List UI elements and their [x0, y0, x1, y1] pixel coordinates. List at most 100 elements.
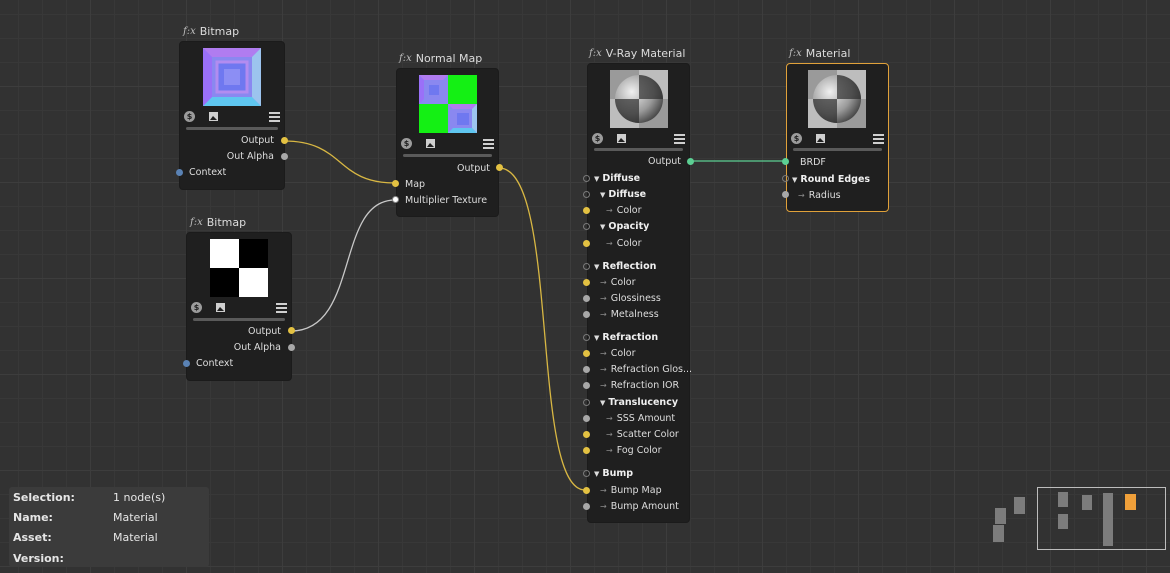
selection-label: Selection:	[13, 491, 75, 504]
refraction-gloss-port[interactable]	[583, 366, 590, 373]
material-title: f:x Material	[789, 47, 850, 60]
image-icon[interactable]	[425, 138, 436, 149]
opacity-sub-port[interactable]	[583, 223, 590, 230]
material-node[interactable]: $ BRDF ▼ Round Edges → Radius	[786, 63, 889, 212]
sub-arrow-icon: →	[600, 365, 607, 374]
bitmap2-title-text: Bitmap	[206, 216, 247, 229]
coin-icon[interactable]: $	[191, 302, 202, 313]
vray-material-node[interactable]: $ Output ▼ Diffuse ▼ Diffuse → Color ▼ Opaci…	[587, 63, 692, 523]
diffuse-color-port[interactable]	[583, 207, 590, 214]
minimap-offscreen-node	[1014, 497, 1025, 514]
group-diffuse[interactable]: ▼ Diffuse	[594, 173, 640, 185]
sub-arrow-icon: →	[606, 446, 613, 455]
triangle-down-icon[interactable]: ▼	[594, 263, 599, 271]
context-label: Context	[189, 167, 227, 178]
scatter-color-port[interactable]	[583, 431, 590, 438]
bitmap1-out-alpha-port[interactable]	[281, 153, 288, 160]
normal-map-map-port[interactable]	[392, 180, 399, 187]
bitmap2-output-port[interactable]	[288, 327, 295, 334]
sub-arrow-icon: →	[600, 349, 607, 358]
refraction-color-port[interactable]	[583, 350, 590, 357]
selection-info-panel: Selection: 1 node(s) Name: Material Asse…	[9, 487, 209, 567]
wire-normalmap-to-bump	[498, 167, 586, 491]
image-icon[interactable]	[815, 133, 826, 144]
name-label: Name:	[13, 511, 53, 524]
minimap-offscreen-node	[993, 525, 1004, 542]
reflection-color-label: → Color	[600, 277, 636, 289]
normal-map-output-port[interactable]	[496, 164, 503, 171]
node-graph-canvas[interactable]: f:x Bitmap $ Output Out Alpha Context f:…	[0, 0, 1170, 573]
image-icon[interactable]	[616, 133, 627, 144]
material-sphere-preview	[808, 70, 866, 128]
sss-amount-port[interactable]	[583, 415, 590, 422]
triangle-down-icon[interactable]: ▼	[600, 223, 605, 231]
bitmap1-output-port[interactable]	[281, 137, 288, 144]
bump-amount-port[interactable]	[583, 503, 590, 510]
bitmap2-context-port[interactable]	[183, 360, 190, 367]
radius-port[interactable]	[782, 191, 789, 198]
progress-bar	[186, 127, 278, 130]
diffuse-group-port[interactable]	[583, 175, 590, 182]
minimap-node	[1058, 514, 1068, 529]
image-icon[interactable]	[215, 302, 226, 313]
translucency-sub-port[interactable]	[583, 399, 590, 406]
sub-arrow-icon: →	[600, 278, 607, 287]
triangle-down-icon[interactable]: ▼	[792, 176, 797, 184]
coin-icon[interactable]: $	[184, 111, 195, 122]
material-sphere-preview	[610, 70, 668, 128]
group-refraction[interactable]: ▼ Refraction	[594, 332, 658, 344]
refraction-ior-port[interactable]	[583, 382, 590, 389]
menu-icon[interactable]	[873, 133, 884, 144]
bump-map-port[interactable]	[583, 487, 590, 494]
vray-output-port[interactable]	[687, 158, 694, 165]
group-round-edges[interactable]: ▼ Round Edges	[792, 174, 870, 186]
row-label: Glossiness	[610, 293, 661, 304]
normal-map-multiplier-port[interactable]	[392, 196, 399, 203]
bitmap1-context-port[interactable]	[176, 169, 183, 176]
image-icon[interactable]	[208, 111, 219, 122]
triangle-down-icon[interactable]: ▼	[594, 470, 599, 478]
refraction-group-port[interactable]	[583, 334, 590, 341]
bitmap1-title-text: Bitmap	[199, 25, 240, 38]
coin-icon[interactable]: $	[791, 133, 802, 144]
menu-icon[interactable]	[674, 133, 685, 144]
triangle-down-icon[interactable]: ▼	[594, 175, 599, 183]
triangle-down-icon[interactable]: ▼	[600, 399, 605, 407]
normal-map-node[interactable]: $ Output Map Multiplier Texture	[396, 68, 499, 217]
reflection-color-port[interactable]	[583, 279, 590, 286]
glossiness-port[interactable]	[583, 295, 590, 302]
output-label: Output	[648, 156, 681, 167]
menu-icon[interactable]	[269, 111, 280, 122]
fog-color-port[interactable]	[583, 447, 590, 454]
menu-icon[interactable]	[483, 138, 494, 149]
subgroup-opacity[interactable]: ▼ Opacity	[600, 221, 649, 233]
bitmap1-node[interactable]: $ Output Out Alpha Context	[179, 41, 285, 190]
bitmap2-out-alpha-port[interactable]	[288, 344, 295, 351]
bump-group-port[interactable]	[583, 470, 590, 477]
triangle-down-icon[interactable]: ▼	[600, 191, 605, 199]
minimap-offscreen-node	[995, 508, 1006, 524]
reflection-group-port[interactable]	[583, 263, 590, 270]
coin-icon[interactable]: $	[401, 138, 412, 149]
bitmap2-node[interactable]: $ Output Out Alpha Context	[186, 232, 292, 381]
round-edges-port[interactable]	[782, 175, 789, 182]
minimap[interactable]	[1037, 487, 1166, 550]
refraction-color-label: → Color	[600, 348, 636, 360]
coin-icon[interactable]: $	[592, 133, 603, 144]
sub-arrow-icon: →	[600, 381, 607, 390]
material-brdf-port[interactable]	[782, 158, 789, 165]
metalness-port[interactable]	[583, 311, 590, 318]
refraction-ior-label: → Refraction IOR	[600, 380, 679, 392]
group-bump[interactable]: ▼ Bump	[594, 468, 633, 480]
fx-icon: f:x	[183, 26, 196, 37]
sub-arrow-icon: →	[606, 430, 613, 439]
wire-bitmap1-to-normalmap	[283, 140, 396, 184]
triangle-down-icon[interactable]: ▼	[594, 334, 599, 342]
diffuse-color-label: → Color	[606, 205, 642, 217]
menu-icon[interactable]	[276, 302, 287, 313]
opacity-color-port[interactable]	[583, 240, 590, 247]
subgroup-diffuse[interactable]: ▼ Diffuse	[600, 189, 646, 201]
group-reflection[interactable]: ▼ Reflection	[594, 261, 656, 273]
subgroup-translucency[interactable]: ▼ Translucency	[600, 397, 678, 409]
diffuse-sub-port[interactable]	[583, 191, 590, 198]
